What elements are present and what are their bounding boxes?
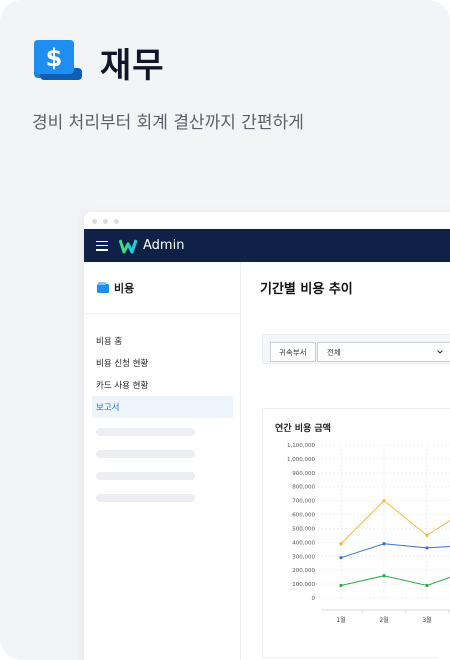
data-point xyxy=(339,542,343,546)
line-chart: 0 100,000 200,000 300,000 400,000 500,000 600,… xyxy=(287,443,450,624)
series-line xyxy=(340,543,450,559)
app-name: Admin xyxy=(143,238,185,253)
y-tick-label: 1,100,000 xyxy=(287,443,315,449)
top-bar: Admin xyxy=(84,229,450,262)
sidebar: 비용 비용 홈 비용 신청 현황 카드 사용 현황 보고서 xyxy=(84,262,241,660)
chart-card: 연간 비용 금액 0 100,000 200,000 300,000 400,000 50… xyxy=(262,408,450,658)
department-filter-label: 귀속부서 xyxy=(270,342,316,362)
y-tick-label: 400,000 xyxy=(292,540,315,546)
y-tick-label: 200,000 xyxy=(292,568,315,574)
x-tick-label: 3월 xyxy=(422,616,431,624)
skeleton-line xyxy=(96,428,195,436)
wallet-icon xyxy=(97,282,109,293)
y-tick-label: 1,000,000 xyxy=(287,457,315,463)
feature-card: $ 재무 경비 처리부터 회계 결산까지 간편하게 Admin 비용 비용 홈 … xyxy=(0,0,450,660)
data-point xyxy=(382,499,386,503)
data-point xyxy=(425,546,429,550)
hero-subtitle: 경비 처리부터 회계 결산까지 간편하게 xyxy=(32,113,304,133)
data-point xyxy=(425,583,429,588)
sidebar-item-expense-home[interactable]: 비용 홈 xyxy=(84,330,232,352)
series-line xyxy=(340,575,450,587)
y-tick-label: 700,000 xyxy=(292,499,315,505)
main-content: 기간별 비용 추이 귀속부서 전체 연간 비용 금액 0 100,000 200,0… xyxy=(242,262,450,660)
y-tick-label: 900,000 xyxy=(292,471,315,477)
department-select[interactable]: 전체 xyxy=(317,342,450,362)
data-point xyxy=(339,556,343,560)
skeleton-line xyxy=(96,450,195,458)
sidebar-item-card-usage[interactable]: 카드 사용 현황 xyxy=(84,374,232,396)
sidebar-header: 비용 xyxy=(84,262,240,314)
y-tick-label: 500,000 xyxy=(292,526,315,532)
svg-text:$: $ xyxy=(46,44,63,72)
app-window: Admin 비용 비용 홈 비용 신청 현황 카드 사용 현황 보고서 기간별 … xyxy=(84,212,450,660)
y-tick-label: 800,000 xyxy=(292,485,315,491)
series-line xyxy=(340,499,450,545)
window-dot xyxy=(103,219,108,224)
app-logo-icon xyxy=(119,239,137,253)
page-title: 기간별 비용 추이 xyxy=(260,282,353,297)
x-tick-label: 1월 xyxy=(336,616,345,624)
sidebar-item-reports[interactable]: 보고서 xyxy=(92,396,233,418)
y-tick-label: 100,000 xyxy=(292,582,315,588)
skeleton-line xyxy=(96,494,195,502)
y-tick-label: 300,000 xyxy=(292,554,315,560)
window-dot xyxy=(114,219,119,224)
y-tick-label: 0 xyxy=(312,596,316,602)
y-tick-label: 600,000 xyxy=(292,513,315,519)
department-select-value: 전체 xyxy=(327,347,341,357)
window-chrome xyxy=(84,212,450,229)
data-point xyxy=(425,533,429,538)
dollar-scroll-icon: $ xyxy=(34,40,82,80)
sidebar-menu: 비용 홈 비용 신청 현황 카드 사용 현황 보고서 xyxy=(84,314,240,502)
menu-icon[interactable] xyxy=(96,240,108,251)
skeleton-line xyxy=(96,472,195,480)
filter-bar: 귀속부서 전체 xyxy=(262,334,450,364)
sidebar-item-expense-requests[interactable]: 비용 신청 현황 xyxy=(84,352,232,374)
x-tick-label: 2월 xyxy=(379,616,388,624)
window-dot xyxy=(92,219,97,224)
data-point xyxy=(339,583,343,588)
chevron-down-icon xyxy=(437,350,443,354)
sidebar-section-title: 비용 xyxy=(114,281,135,295)
hero-title: 재무 xyxy=(100,46,165,86)
data-point xyxy=(382,542,386,546)
data-point xyxy=(382,574,386,578)
